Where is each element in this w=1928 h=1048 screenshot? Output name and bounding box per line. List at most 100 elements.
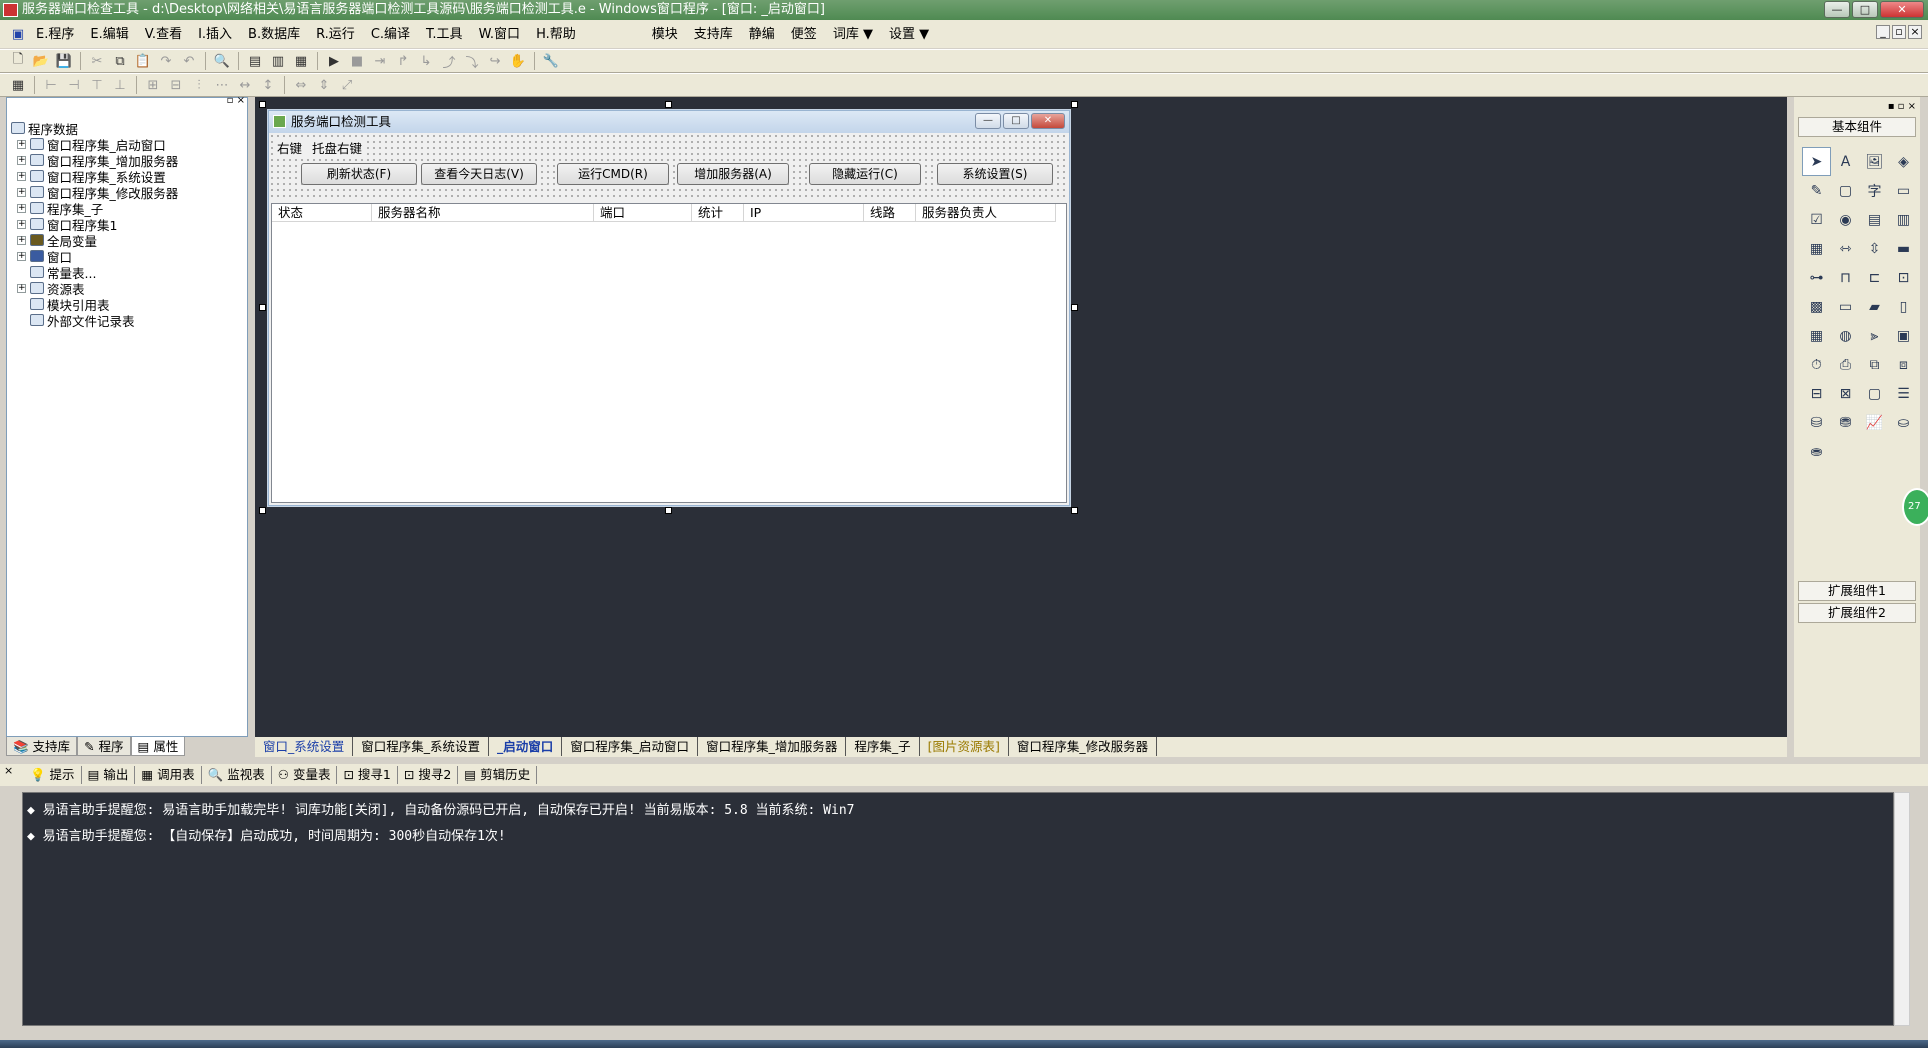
menu-edit[interactable]: E.编辑: [82, 23, 136, 45]
form-minimize-icon[interactable]: —: [975, 113, 1001, 129]
layout-3-icon[interactable]: ▦: [291, 51, 311, 71]
find-icon[interactable]: 🔍: [212, 51, 232, 71]
stop-icon[interactable]: ■: [347, 51, 367, 71]
run-icon[interactable]: ▶: [324, 51, 344, 71]
doc-tab-system-settings-window[interactable]: 窗口_系统设置: [255, 737, 354, 756]
list-tool-icon[interactable]: ▥: [1889, 205, 1918, 234]
column-header-line[interactable]: 线路: [864, 204, 916, 222]
hand-icon[interactable]: ✋: [508, 51, 528, 71]
document-tool-icon[interactable]: ▯: [1889, 292, 1918, 321]
tree-item[interactable]: 常量表...: [11, 264, 178, 281]
doc-tab-startup-window[interactable]: _启动窗口: [489, 737, 563, 756]
expand-icon[interactable]: +: [17, 283, 26, 293]
align-right-icon[interactable]: ⊣: [64, 75, 84, 95]
step-6-icon[interactable]: ↪: [485, 51, 505, 71]
doc-tab-modify-server-assembly[interactable]: 窗口程序集_修改服务器: [1009, 737, 1158, 756]
doc-tab-startup-assembly[interactable]: 窗口程序集_启动窗口: [562, 737, 699, 756]
save-icon[interactable]: 💾: [54, 51, 74, 71]
size-h-icon[interactable]: ⇔: [291, 75, 311, 95]
printer-tool-icon[interactable]: ⎙: [1831, 350, 1860, 379]
resize-handle[interactable]: [665, 507, 672, 514]
calendar-tool-icon[interactable]: ▩: [1802, 292, 1831, 321]
splitter-tool-icon[interactable]: ⫸: [1860, 321, 1889, 350]
doc-tab-add-server-assembly[interactable]: 窗口程序集_增加服务器: [698, 737, 847, 756]
client-tool-icon[interactable]: ⊠: [1831, 379, 1860, 408]
mdi-close-icon[interactable]: ×: [1908, 25, 1922, 39]
menu-static-compile[interactable]: 静编: [741, 23, 783, 45]
helper-icon[interactable]: 🔧: [541, 51, 561, 71]
tab-support-lib[interactable]: 📚 支持库: [6, 737, 78, 756]
checkbox-tool-icon[interactable]: ☑: [1802, 205, 1831, 234]
menu-help[interactable]: H.帮助: [528, 23, 584, 45]
expand-icon[interactable]: +: [17, 203, 26, 213]
taskbar[interactable]: [0, 1040, 1928, 1048]
menu-tool-icon[interactable]: ☰: [1889, 379, 1918, 408]
window-tool-icon[interactable]: ▢: [1860, 379, 1889, 408]
progress-tool-icon[interactable]: ▬: [1889, 234, 1918, 263]
new-file-icon[interactable]: 🗋: [8, 51, 28, 71]
space-v-icon[interactable]: ⋯: [212, 75, 232, 95]
tab-tool-icon[interactable]: ⊓: [1831, 263, 1860, 292]
paste-icon[interactable]: 📋: [133, 51, 153, 71]
tab-program[interactable]: ✎ 程序: [77, 737, 131, 756]
open-file-icon[interactable]: 📂: [31, 51, 51, 71]
table-tool-icon[interactable]: ▦: [1802, 321, 1831, 350]
designed-form-window[interactable]: 服务端口检测工具 — □ ✕ 右键 托盘右键 刷新状态(F) 查看今天日志(V)…: [268, 110, 1070, 506]
menu-insert[interactable]: I.插入: [190, 23, 240, 45]
align-bottom-icon[interactable]: ⊥: [110, 75, 130, 95]
timer-tool-icon[interactable]: ⏱: [1802, 350, 1831, 379]
center-v-icon[interactable]: ⊟: [166, 75, 186, 95]
tab-watch-table[interactable]: 🔍 监视表: [202, 766, 272, 784]
tab-search-1[interactable]: ⊡ 搜寻1: [337, 766, 398, 784]
size-v-icon[interactable]: ⇕: [314, 75, 334, 95]
button-tool-icon[interactable]: ▭: [1889, 176, 1918, 205]
resize-handle[interactable]: [259, 101, 266, 108]
resize-handle[interactable]: [1071, 304, 1078, 311]
step-3-icon[interactable]: ↳: [416, 51, 436, 71]
app-menu-icon[interactable]: ▣: [8, 24, 28, 44]
menu-lexicon[interactable]: 词库 ▼: [825, 23, 881, 45]
column-header-status[interactable]: 状态: [272, 204, 372, 222]
listview-tool-icon[interactable]: ▦: [1802, 234, 1831, 263]
size-both-icon[interactable]: ⤢: [337, 75, 357, 95]
mdi-restore-icon[interactable]: ▫: [1892, 25, 1906, 39]
text-tool-icon[interactable]: 字: [1860, 176, 1889, 205]
group-box-tool-icon[interactable]: ▢: [1831, 176, 1860, 205]
step-4-icon[interactable]: ⤴: [439, 51, 459, 71]
maximize-button[interactable]: □: [1852, 1, 1878, 18]
menu-window[interactable]: W.窗口: [471, 23, 529, 45]
doc-tab-sub-assembly[interactable]: 程序集_子: [846, 737, 920, 756]
same-width-icon[interactable]: ↔: [235, 75, 255, 95]
menu-support-lib[interactable]: 支持库: [686, 23, 741, 45]
form-menu-tray-right-click[interactable]: 托盘右键: [312, 138, 362, 157]
expand-icon[interactable]: +: [17, 251, 26, 261]
form-maximize-icon[interactable]: □: [1003, 113, 1029, 129]
tab-tips[interactable]: 💡 提示: [24, 766, 82, 784]
menu-database[interactable]: B.数据库: [240, 23, 308, 45]
close-button[interactable]: ✕: [1880, 1, 1924, 18]
undo-icon[interactable]: ↶: [179, 51, 199, 71]
pointer-tool-icon[interactable]: ➤: [1802, 147, 1831, 176]
layout-1-icon[interactable]: ▤: [245, 51, 265, 71]
menu-tools[interactable]: T.工具: [418, 23, 471, 45]
tab-call-table[interactable]: ▦ 调用表: [135, 766, 202, 784]
assistant-bubble[interactable]: 27: [1902, 488, 1928, 526]
resize-handle[interactable]: [1071, 507, 1078, 514]
resize-handle[interactable]: [1071, 101, 1078, 108]
combo-tool-icon[interactable]: ▤: [1860, 205, 1889, 234]
grid-tool-icon[interactable]: ▣: [1889, 321, 1918, 350]
resize-handle[interactable]: [259, 507, 266, 514]
center-h-icon[interactable]: ⊞: [143, 75, 163, 95]
form-close-icon[interactable]: ✕: [1031, 113, 1065, 129]
server-tool-icon[interactable]: ⊟: [1802, 379, 1831, 408]
form-menu-right-click[interactable]: 右键: [277, 138, 302, 157]
resize-handle[interactable]: [665, 101, 672, 108]
step-5-icon[interactable]: ⤵: [462, 51, 482, 71]
scroll-h-tool-icon[interactable]: ⇿: [1831, 234, 1860, 263]
copy-icon[interactable]: ⧉: [110, 51, 130, 71]
minimize-button[interactable]: —: [1824, 1, 1850, 18]
network-1-tool-icon[interactable]: ⧉: [1860, 350, 1889, 379]
view-today-log-button[interactable]: 查看今天日志(V): [421, 163, 537, 185]
align-left-icon[interactable]: ⊢: [41, 75, 61, 95]
same-height-icon[interactable]: ↕: [258, 75, 278, 95]
